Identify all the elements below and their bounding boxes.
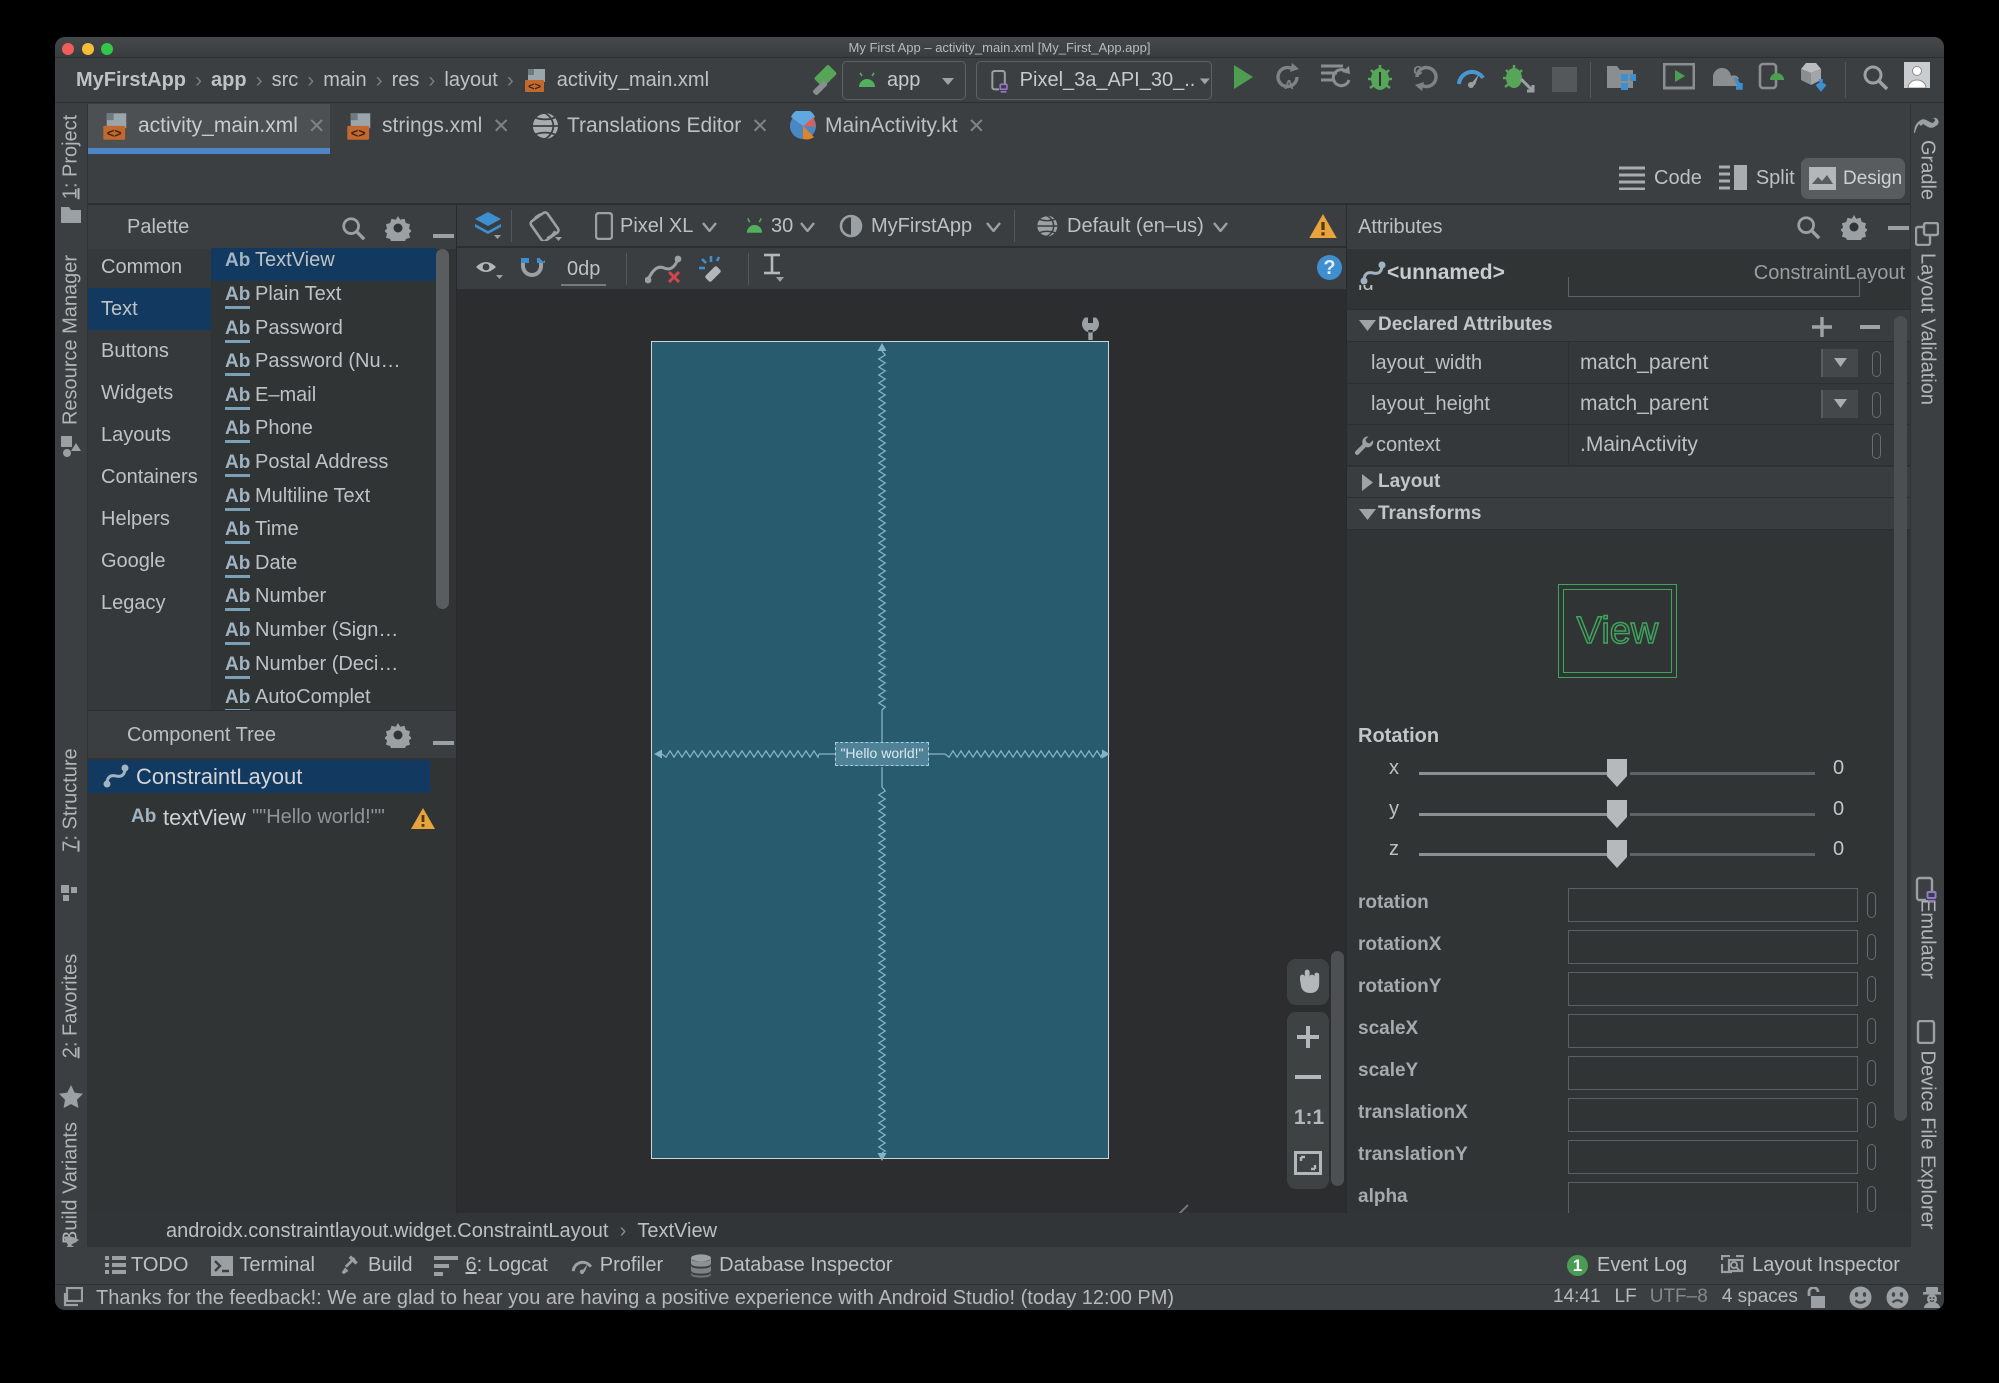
svg-text:<>: <>	[351, 126, 366, 140]
svg-text:<>: <>	[528, 81, 541, 93]
svg-text:C: C	[1413, 63, 1423, 78]
svg-text:A: A	[1284, 77, 1294, 92]
svg-text:<>: <>	[107, 126, 122, 140]
